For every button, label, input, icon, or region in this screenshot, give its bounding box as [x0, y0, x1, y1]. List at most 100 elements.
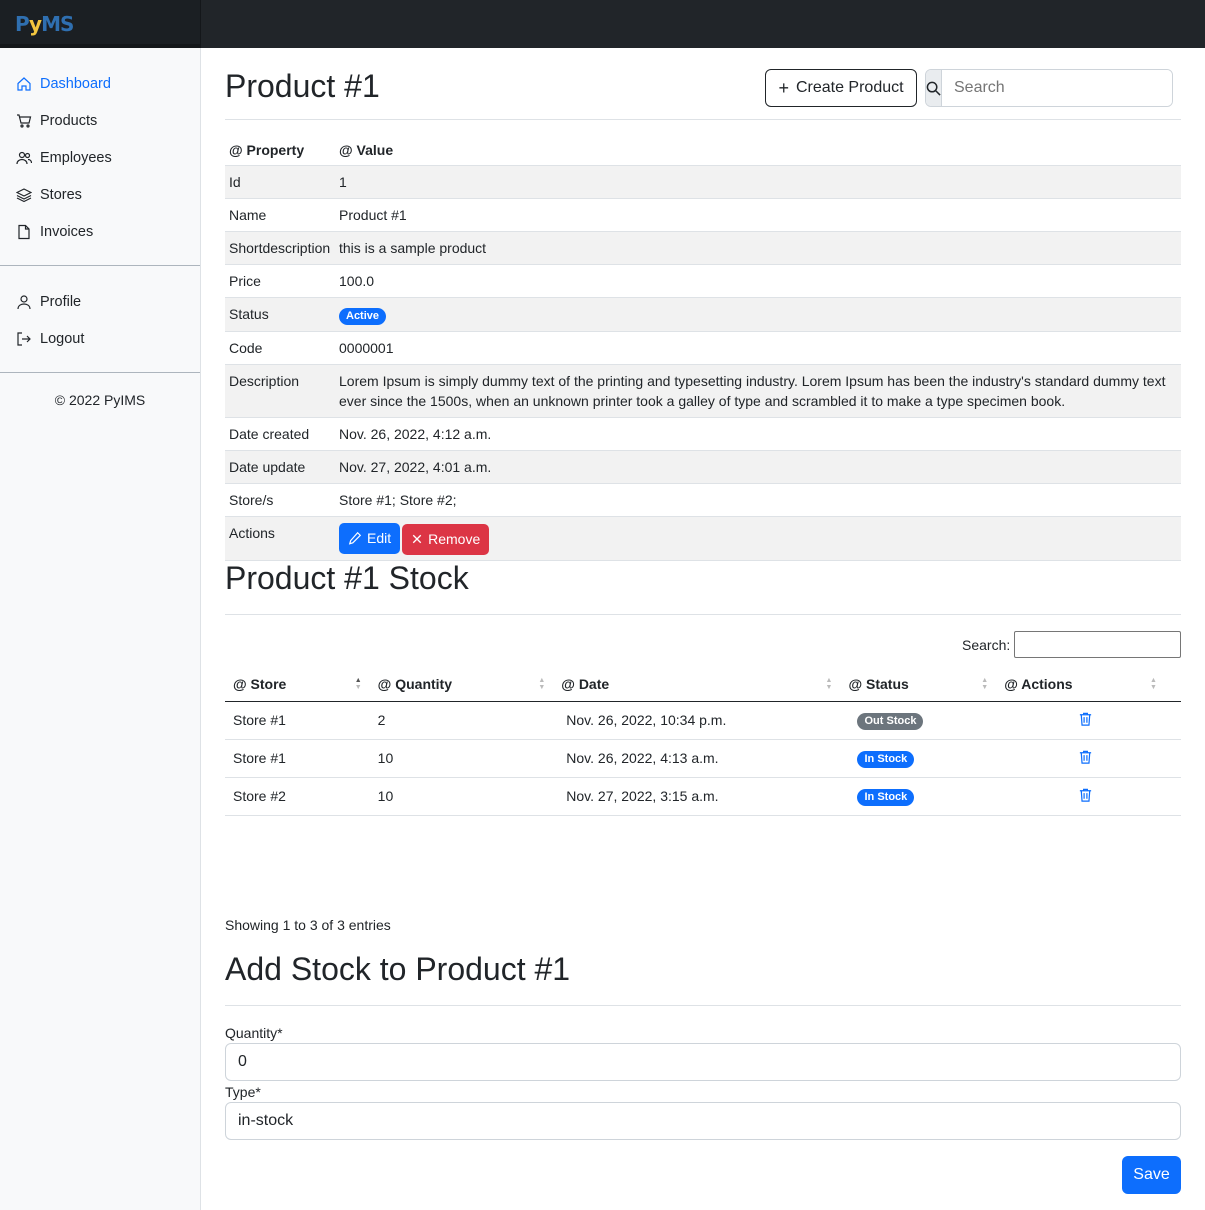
edit-button[interactable]: Edit — [339, 522, 401, 554]
stock-status: In Stock — [840, 777, 997, 816]
table-row: Store/s Store #1; Store #2; — [225, 483, 1181, 517]
stock-quantity: 10 — [369, 777, 554, 816]
search-input[interactable] — [942, 70, 1172, 106]
sidebar-item-dashboard[interactable]: Dashboard — [16, 74, 111, 94]
property-value: 1 — [335, 165, 1181, 199]
search-icon — [926, 81, 941, 96]
quantity-field[interactable]: 0 — [225, 1043, 1181, 1081]
column-header-property: @ Property — [225, 136, 335, 166]
table-row: Id 1 — [225, 165, 1181, 199]
sort-icon: ▲ ▼ — [981, 677, 989, 691]
stock-date: Nov. 26, 2022, 4:13 a.m. — [553, 739, 841, 778]
sidebar-item-products[interactable]: Products — [16, 111, 97, 131]
stock-table: @ Store ▲ ▼ @ Quantity ▲ ▼ @ Date ▲ ▼ @ Status… — [225, 668, 1181, 816]
stock-actions — [996, 701, 1165, 740]
sidebar-item-invoices[interactable]: Invoices — [16, 222, 93, 242]
file-icon — [18, 224, 30, 240]
column-header-actions[interactable]: @ Actions ▲ ▼ — [996, 668, 1165, 702]
sort-icon: ▲ ▼ — [1150, 677, 1157, 691]
property-value: 0000001 — [335, 331, 1181, 365]
add-stock-divider — [225, 1005, 1181, 1006]
trash-icon[interactable] — [1078, 711, 1093, 727]
sidebar-item-profile[interactable]: Profile — [16, 292, 81, 312]
table-row: Code 0000001 — [225, 331, 1181, 365]
brand-area[interactable]: PyMS — [0, 0, 201, 48]
brand-logo[interactable]: PyMS — [15, 12, 74, 36]
x-icon — [412, 534, 422, 544]
trash-icon[interactable] — [1078, 787, 1093, 803]
property-key: Date update — [225, 450, 335, 484]
stock-store: Store #1 — [225, 739, 370, 778]
property-actions: Edit Remove — [335, 516, 1181, 561]
sidebar-divider — [0, 265, 200, 266]
column-header-status[interactable]: @ Status ▲ ▼ — [840, 668, 997, 702]
property-value: Product #1 — [335, 198, 1181, 232]
property-key: Name — [225, 198, 335, 232]
column-header-date[interactable]: @ Date ▲ ▼ — [553, 668, 841, 702]
table-row: Description Lorem Ipsum is simply dummy … — [225, 364, 1181, 418]
save-button[interactable]: Save — [1122, 1156, 1181, 1194]
stock-store: Store #2 — [225, 777, 370, 816]
property-value: 100.0 — [335, 264, 1181, 298]
property-key: Code — [225, 331, 335, 365]
people-icon — [16, 151, 32, 165]
property-value: Nov. 26, 2022, 4:12 a.m. — [335, 417, 1181, 451]
title-divider — [225, 119, 1181, 120]
remove-button[interactable]: Remove — [402, 523, 490, 555]
product-properties-table: @ Property @ Value Id 1 Name Product #1 … — [225, 136, 1181, 561]
sort-icon: ▲ ▼ — [354, 677, 362, 691]
property-key: Store/s — [225, 483, 335, 517]
stock-date: Nov. 27, 2022, 3:15 a.m. — [553, 777, 841, 816]
column-header-value: @ Value — [335, 136, 1181, 166]
create-product-button[interactable]: + Create Product — [765, 69, 917, 107]
property-value: Lorem Ipsum is simply dummy text of the … — [335, 364, 1181, 418]
search-icon-addon[interactable] — [926, 70, 942, 106]
column-header-quantity[interactable]: @ Quantity ▲ ▼ — [369, 668, 554, 702]
table-row: Store #2 10 Nov. 27, 2022, 3:15 a.m. In … — [225, 777, 1181, 816]
table-row: Store #1 10 Nov. 26, 2022, 4:13 a.m. In … — [225, 739, 1181, 778]
status-badge: Active — [339, 307, 387, 325]
stock-status: Out Stock — [840, 701, 997, 740]
stock-search-label: Search: — [962, 637, 1011, 653]
stock-section-title: Product #1 Stock — [225, 560, 469, 596]
property-value: this is a sample product — [335, 231, 1181, 265]
stock-status: In Stock — [840, 739, 997, 778]
logout-icon — [17, 332, 31, 346]
property-key: Shortdescription — [225, 231, 335, 265]
property-key: Date created — [225, 417, 335, 451]
property-key: Description — [225, 364, 335, 418]
stock-store: Store #1 — [225, 701, 370, 740]
property-key: Id — [225, 165, 335, 199]
quantity-label: Quantity* — [225, 1025, 283, 1041]
stock-quantity: 2 — [369, 701, 554, 740]
sidebar-item-logout[interactable]: Logout — [16, 329, 84, 349]
status-badge: In Stock — [857, 788, 915, 806]
table-row: Actions Edit Remove — [225, 516, 1181, 561]
column-header-store[interactable]: @ Store ▲ ▼ — [225, 668, 370, 702]
sidebar-item-employees[interactable]: Employees — [16, 148, 112, 168]
sidebar-item-stores[interactable]: Stores — [16, 185, 82, 205]
property-value: Store #1; Store #2; — [335, 483, 1181, 517]
table-row: Date created Nov. 26, 2022, 4:12 a.m. — [225, 417, 1181, 451]
property-value: Nov. 27, 2022, 4:01 a.m. — [335, 450, 1181, 484]
property-key: Status — [225, 297, 335, 332]
person-icon — [17, 295, 31, 310]
property-key: Actions — [225, 516, 335, 561]
stock-date: Nov. 26, 2022, 10:34 p.m. — [553, 701, 841, 740]
table-row: Store #1 2 Nov. 26, 2022, 10:34 p.m. Out… — [225, 701, 1181, 740]
plus-icon: + — [778, 77, 789, 98]
pencil-icon — [348, 531, 362, 545]
stock-search-input[interactable] — [1014, 631, 1181, 658]
property-value: Active — [335, 297, 1181, 332]
copyright: © 2022 PyIMS — [54, 392, 146, 408]
trash-icon[interactable] — [1078, 749, 1093, 765]
add-stock-title: Add Stock to Product #1 — [225, 951, 571, 987]
page-title: Product #1 — [225, 68, 380, 104]
stock-actions — [996, 777, 1165, 816]
table-row: Date update Nov. 27, 2022, 4:01 a.m. — [225, 450, 1181, 484]
sort-icon: ▲ ▼ — [538, 677, 546, 691]
type-field[interactable]: in-stock — [225, 1102, 1181, 1140]
table-row: Status Active — [225, 297, 1181, 332]
layers-icon — [16, 188, 32, 203]
status-badge: In Stock — [857, 750, 915, 768]
